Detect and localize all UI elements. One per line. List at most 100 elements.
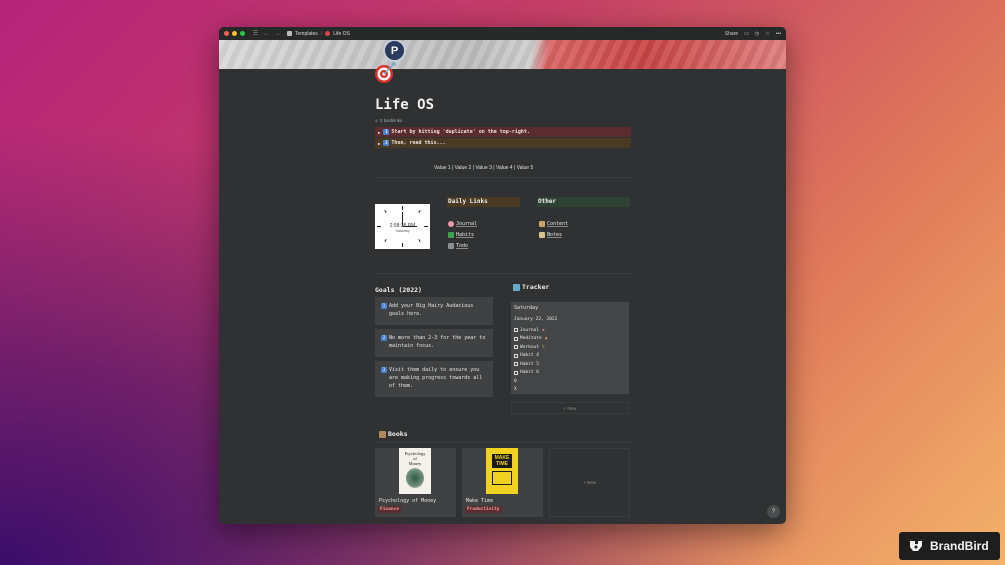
habit-checkbox[interactable]: Habit 6	[514, 369, 626, 378]
book-title: Make Time	[466, 498, 494, 504]
books-title: Books	[379, 430, 408, 438]
brain-icon	[448, 221, 454, 227]
backlinks-label: 2 backlinks	[380, 118, 403, 123]
todo-icon	[448, 243, 454, 249]
tracker-new-button[interactable]: + New	[511, 402, 629, 414]
logo-badge: P	[383, 40, 406, 62]
book-card[interactable]: Psychology of Money Psychology of Money …	[375, 448, 456, 517]
toggle-arrow-icon[interactable]: ▶	[378, 130, 380, 135]
breadcrumb-life-os[interactable]: Life OS	[333, 31, 350, 37]
tracker-count: 0	[514, 378, 517, 384]
habits-link-label: Habits	[456, 232, 475, 238]
sidebar-toggle-icon[interactable]: ☰	[252, 31, 259, 37]
habit-checkbox[interactable]: Journal ▪	[514, 326, 626, 335]
target-page-icon[interactable]	[374, 62, 396, 84]
number-one-icon: 1	[381, 303, 387, 309]
values-line: Value 1 | Value 2 | Value 3 | Value 4 | …	[434, 165, 534, 171]
habit-checkbox[interactable]: Habit 4	[514, 352, 626, 361]
book-title: Psychology of Money	[379, 498, 437, 504]
toggle-arrow-icon[interactable]: ▶	[378, 141, 380, 146]
title-bar: ☰ ← → Templates / Life OS Share ▭ ◷ ☆ ••…	[219, 27, 786, 40]
habit-label: Habit 4	[520, 353, 539, 359]
cover-image: P	[219, 40, 786, 69]
habit-label: Journal	[520, 327, 539, 333]
comments-icon[interactable]: ▭	[744, 31, 749, 37]
favorite-star-icon[interactable]: ☆	[765, 31, 769, 37]
tracker-card[interactable]: Saturday January 22, 2022 Journal ▪ Medit…	[511, 302, 629, 394]
goal-card[interactable]: 3 Visit them daily to ensure you are mak…	[375, 361, 493, 397]
share-button[interactable]: Share	[725, 31, 738, 37]
book-cover: MAKE TIME	[486, 448, 518, 494]
target-icon	[325, 31, 331, 36]
habit-checkbox[interactable]: Meditate ▲	[514, 335, 626, 344]
callout-duplicate[interactable]: ▶ 1 Start by hitting 'duplicate' on the …	[375, 127, 631, 137]
breadcrumb-templates[interactable]: Templates	[295, 31, 318, 37]
notebook-icon: ▪	[541, 327, 545, 333]
page-content: Life OS ↙ 2 backlinks ▶ 1 Start by hitti…	[375, 97, 631, 148]
book-tag: Productivity	[465, 506, 502, 513]
breadcrumb: Templates / Life OS	[287, 31, 350, 37]
callout-text: Start by hitting 'duplicate' on the top-…	[391, 129, 530, 135]
maximize-window-button[interactable]	[240, 31, 245, 36]
books-new-button[interactable]: + New	[549, 448, 630, 517]
habits-link[interactable]: Habits	[448, 232, 474, 238]
history-clock-icon[interactable]: ◷	[755, 31, 759, 37]
checkbox[interactable]	[514, 370, 518, 375]
tracker-mark: X	[514, 387, 517, 393]
checkbox[interactable]	[514, 336, 518, 341]
meditate-icon: ▲	[544, 336, 548, 342]
help-button[interactable]: ?	[767, 505, 780, 518]
minimize-window-button[interactable]	[232, 31, 237, 36]
goal-card[interactable]: 2 No more than 2-3 for the year to maint…	[375, 329, 493, 357]
habit-label: Habit 6	[520, 370, 539, 376]
goals-title: Goals (2022)	[375, 286, 422, 294]
habit-label: Workout	[520, 344, 539, 350]
tracker-title-label: Tracker	[522, 283, 550, 291]
todo-link-label: Todo	[456, 243, 469, 249]
callout-read[interactable]: ▶ 2 Then, read this...	[375, 138, 631, 148]
number-one-icon: 1	[383, 129, 390, 135]
lightning-icon: ϟ	[541, 344, 545, 350]
callout-text: Then, read this...	[391, 140, 446, 146]
content-link[interactable]: Content	[539, 221, 568, 227]
brandbird-watermark: BrandBird	[899, 532, 1000, 560]
divider	[375, 273, 631, 274]
number-two-icon: 2	[381, 335, 387, 341]
backlinks[interactable]: ↙ 2 backlinks	[375, 118, 631, 124]
notebook-icon	[539, 232, 545, 238]
journal-link[interactable]: Journal	[448, 221, 477, 227]
content-link-label: Content	[547, 221, 569, 227]
habit-label: Habit 5	[520, 361, 539, 367]
app-window: ☰ ← → Templates / Life OS Share ▭ ◷ ☆ ••…	[219, 27, 786, 524]
cover-text: Money	[408, 461, 422, 466]
cover-text: TIME	[496, 461, 508, 467]
daily-links-header: Daily Links	[447, 197, 520, 207]
divider	[375, 177, 631, 178]
checkbox[interactable]	[514, 345, 518, 350]
brand-name: BrandBird	[930, 539, 989, 553]
notes-link[interactable]: Notes	[539, 232, 562, 238]
content-icon	[539, 221, 545, 227]
goal-text: No more than 2-3 for the year to maintai…	[389, 335, 486, 349]
checkbox[interactable]	[514, 353, 518, 358]
book-tag: Finance	[378, 506, 401, 513]
clock-day: Saturday	[395, 229, 410, 233]
number-three-icon: 3	[381, 367, 387, 373]
more-options-icon[interactable]: •••	[776, 31, 781, 37]
checkbox[interactable]	[514, 328, 518, 333]
book-card[interactable]: MAKE TIME Make Time Productivity	[462, 448, 543, 517]
checkbox[interactable]	[514, 362, 518, 367]
habit-checkbox[interactable]: Habit 5	[514, 360, 626, 369]
goal-card[interactable]: 1 Add your Big Hairy Audacious goals her…	[375, 297, 493, 325]
habit-checkbox[interactable]: Workout ϟ	[514, 343, 626, 352]
divider	[375, 442, 631, 443]
back-arrow-icon[interactable]: ←	[263, 31, 270, 37]
number-two-icon: 2	[383, 140, 390, 146]
forward-arrow-icon[interactable]: →	[274, 31, 281, 37]
close-window-button[interactable]	[224, 31, 229, 36]
page-title: Life OS	[375, 97, 435, 113]
todo-link[interactable]: Todo	[448, 243, 468, 249]
book-cover: Psychology of Money	[399, 448, 431, 494]
tracker-title: Tracker	[513, 283, 549, 291]
books-title-label: Books	[388, 430, 408, 438]
